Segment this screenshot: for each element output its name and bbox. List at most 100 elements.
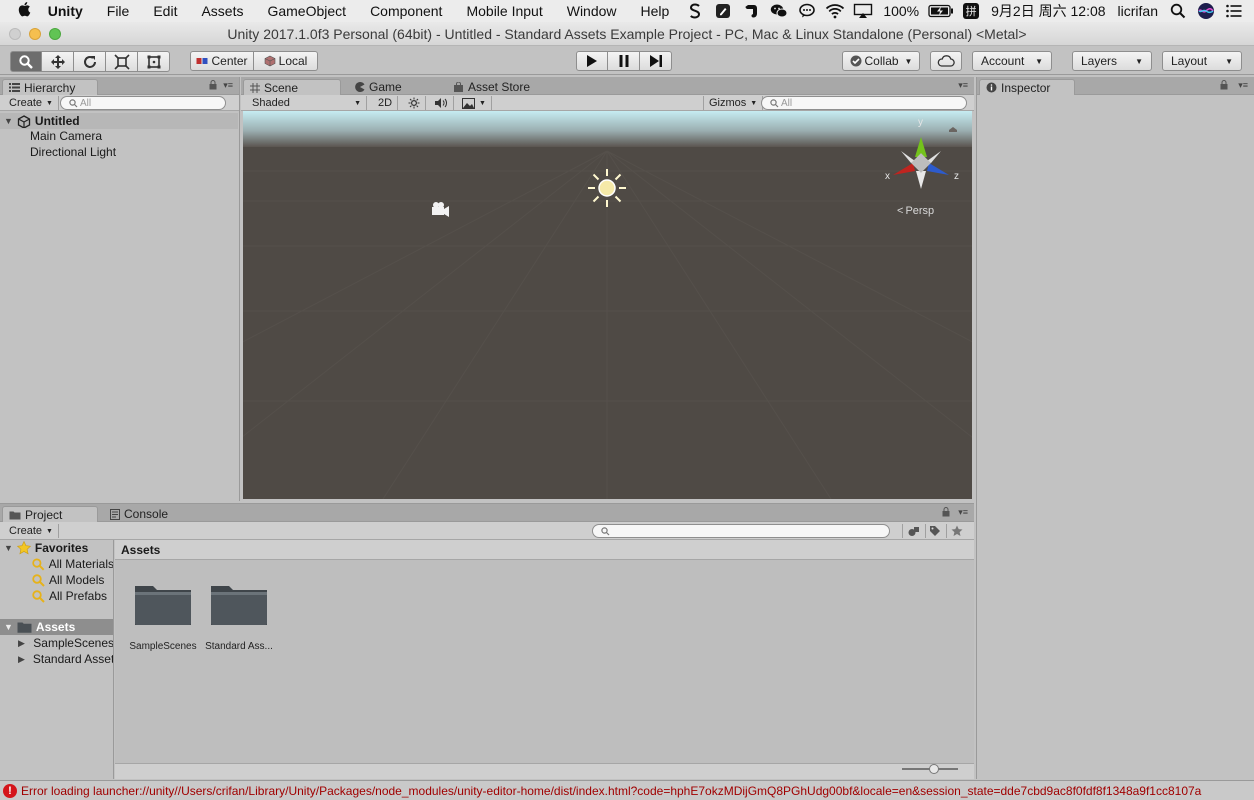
folder-icon	[17, 622, 32, 633]
folder-large-icon	[211, 586, 267, 625]
collapse-triangle-icon[interactable]: ▶	[18, 638, 25, 649]
collab-dropdown[interactable]: Collab ▼	[842, 51, 920, 71]
pivot-local-button[interactable]: Local	[254, 51, 318, 71]
battery-charging-icon[interactable]	[927, 3, 955, 19]
move-tool-button[interactable]	[42, 51, 74, 72]
tab-game[interactable]: Game	[349, 79, 408, 95]
shading-mode-dropdown[interactable]: Shaded ▼	[247, 96, 367, 110]
gizmos-dropdown[interactable]: Gizmos ▼	[703, 96, 764, 110]
tab-project[interactable]: Project	[2, 506, 98, 522]
favorite-all-models[interactable]: All Models	[0, 572, 113, 588]
menu-mobile-input[interactable]: Mobile Input	[454, 3, 554, 19]
breadcrumb[interactable]: Assets	[115, 540, 974, 560]
spotlight-search-icon[interactable]	[1166, 3, 1190, 19]
step-button[interactable]	[640, 51, 672, 71]
layout-dropdown[interactable]: Layout ▼	[1162, 51, 1242, 71]
menu-edit[interactable]: Edit	[141, 3, 189, 19]
input-method-icon[interactable]: 拼	[959, 3, 983, 19]
pivot-center-button[interactable]: Center	[190, 51, 254, 71]
hierarchy-item-main-camera[interactable]: Main Camera	[30, 129, 102, 143]
menu-component[interactable]: Component	[358, 3, 454, 19]
assets-root-folder[interactable]: ▼ Assets	[0, 619, 113, 635]
project-subbar: Create ▼	[0, 522, 974, 540]
wechat-icon[interactable]	[767, 3, 791, 19]
scene-audio-toggle[interactable]	[429, 96, 454, 110]
lock-icon[interactable]	[209, 80, 217, 90]
favorites-header[interactable]: ▼ Favorites	[0, 540, 113, 556]
asset-folder-samplescenes[interactable]: SampleScenes	[123, 582, 203, 652]
pause-button[interactable]	[608, 51, 640, 71]
menu-help[interactable]: Help	[629, 3, 682, 19]
current-user[interactable]: licrifan	[1118, 3, 1158, 19]
siri-icon[interactable]	[1194, 3, 1218, 19]
play-button[interactable]	[576, 51, 608, 71]
lock-icon[interactable]	[1220, 80, 1228, 90]
expand-triangle-icon[interactable]: ▼	[4, 543, 13, 553]
favorite-all-models-label: All Models	[49, 573, 105, 587]
magnifier-icon	[19, 54, 33, 69]
hand-tool-button[interactable]	[10, 51, 42, 72]
scale-tool-button[interactable]	[106, 51, 138, 72]
scene-effects-dropdown[interactable]: ▼	[457, 96, 492, 110]
apple-menu-icon[interactable]	[0, 1, 48, 21]
pivot-local-label: Local	[278, 54, 308, 68]
scene-viewport[interactable]: y x z < Persp	[243, 111, 972, 499]
projection-toggle[interactable]: < Persp	[897, 205, 934, 217]
account-dropdown[interactable]: Account ▼	[972, 51, 1052, 71]
notification-center-icon[interactable]	[1222, 3, 1246, 19]
menu-file[interactable]: File	[95, 3, 142, 19]
tab-scene[interactable]: Scene	[243, 79, 341, 95]
clock-datetime[interactable]: 9月2日 周六 12:08	[991, 1, 1105, 21]
save-search-button[interactable]	[946, 524, 968, 538]
project-search-input[interactable]	[592, 524, 890, 538]
favorite-all-materials[interactable]: All Materials	[0, 556, 113, 572]
tree-folder-samplescenes[interactable]: ▶ SampleScenes	[0, 635, 113, 651]
airplay-icon[interactable]	[851, 3, 875, 19]
layers-dropdown[interactable]: Layers ▼	[1072, 51, 1152, 71]
tab-asset-store[interactable]: Asset Store	[447, 79, 536, 95]
panel-menu-icon[interactable]: ▾≡	[958, 507, 968, 518]
menu-gameobject[interactable]: GameObject	[255, 3, 358, 19]
lock-icon[interactable]	[942, 507, 950, 517]
wifi-icon[interactable]	[823, 3, 847, 19]
hierarchy-item-directional-light[interactable]: Directional Light	[30, 145, 116, 159]
panel-menu-icon[interactable]: ▾≡	[958, 80, 968, 91]
cloud-services-button[interactable]	[930, 51, 962, 71]
tab-console[interactable]: Console	[104, 506, 174, 522]
error-icon: !	[3, 783, 17, 798]
hierarchy-search-input[interactable]: All	[60, 96, 226, 110]
hierarchy-create-dropdown[interactable]: Create ▼	[4, 96, 59, 110]
project-create-dropdown[interactable]: Create ▼	[4, 524, 59, 538]
expand-triangle-icon[interactable]: ▼	[4, 622, 13, 632]
breadcrumb-assets[interactable]: Assets	[121, 543, 160, 557]
scene-lighting-toggle[interactable]	[403, 96, 426, 110]
asset-folder-standard-assets[interactable]: Standard Ass...	[199, 582, 279, 652]
rotate-tool-button[interactable]	[74, 51, 106, 72]
panel-menu-icon[interactable]: ▾≡	[223, 80, 233, 91]
favorite-all-prefabs[interactable]: All Prefabs	[0, 588, 113, 604]
menu-unity[interactable]: Unity	[48, 3, 95, 19]
expand-triangle-icon[interactable]: ▼	[4, 116, 13, 126]
filter-by-type-button[interactable]	[902, 524, 926, 538]
notes-app-icon[interactable]	[711, 3, 735, 19]
scene-subbar: Shaded ▼ 2D ▼ Gizmos ▼ All	[241, 95, 974, 111]
s-app-icon[interactable]	[683, 3, 707, 19]
chat-bubble-icon[interactable]	[795, 3, 819, 19]
rect-tool-button[interactable]	[138, 51, 170, 72]
scene-root-item[interactable]: ▼ Untitled	[0, 113, 238, 129]
tab-inspector[interactable]: Inspector	[979, 79, 1075, 95]
scene-search-input[interactable]: All	[761, 96, 967, 110]
tab-hierarchy[interactable]: Hierarchy	[2, 79, 98, 95]
tree-folder-standard-assets[interactable]: ▶ Standard Assets	[0, 651, 113, 667]
filter-by-label-button[interactable]	[924, 524, 947, 538]
project-panel: Project Console ▾≡ Create▼ ▼ Favorites	[0, 503, 974, 779]
menu-window[interactable]: Window	[555, 3, 629, 19]
icon-size-slider[interactable]	[902, 763, 958, 775]
collapse-triangle-icon[interactable]: ▶	[18, 654, 25, 665]
toggle-2d-button[interactable]: 2D	[373, 96, 399, 110]
menu-assets[interactable]: Assets	[189, 3, 255, 19]
panel-menu-icon[interactable]: ▾≡	[1238, 80, 1248, 91]
evernote-icon[interactable]	[739, 3, 763, 19]
status-bar[interactable]: ! Error loading launcher://unity//Users/…	[0, 780, 1254, 800]
sun-icon	[408, 97, 420, 109]
